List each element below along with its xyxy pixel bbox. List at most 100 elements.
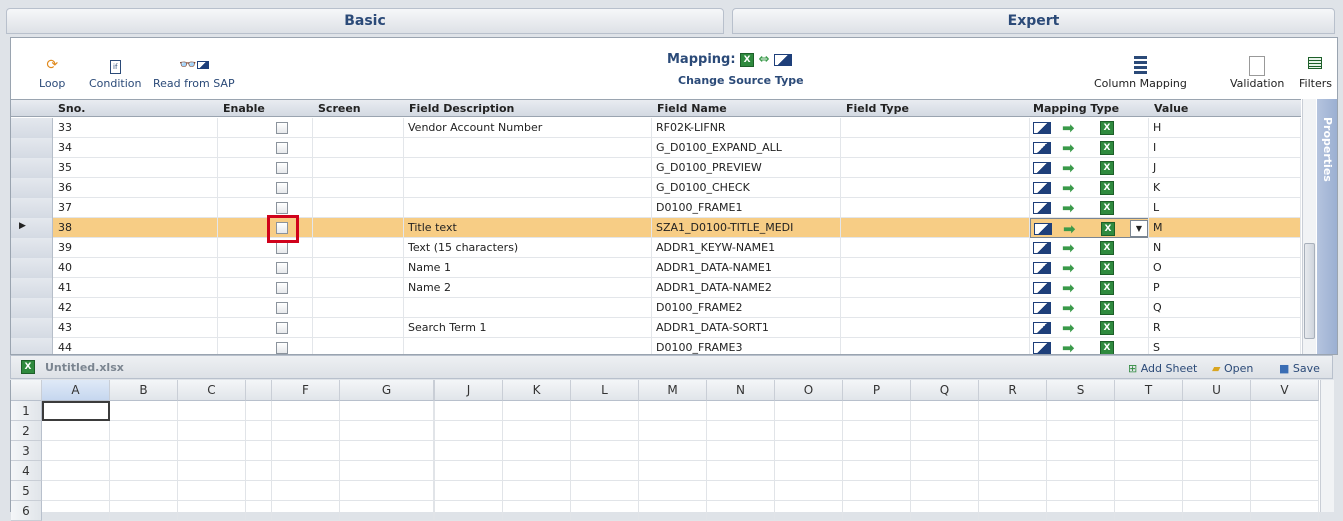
sheet-cell[interactable] (340, 481, 434, 501)
sheet-cell[interactable] (435, 421, 503, 441)
sheet-cell[interactable] (178, 481, 246, 501)
mapping-type-cell[interactable]: ➡ X (1030, 158, 1149, 178)
field-description-cell[interactable] (404, 338, 652, 354)
sno-cell[interactable]: 38 (53, 218, 218, 238)
field-type-cell[interactable] (841, 238, 1030, 258)
sheet-cell[interactable] (1115, 421, 1183, 441)
sheet-cell[interactable] (1183, 461, 1251, 481)
sheet-cell[interactable] (1115, 501, 1183, 521)
sheet-cell[interactable] (340, 501, 434, 521)
sheet-cell[interactable] (843, 501, 911, 521)
sheet-cell[interactable] (1115, 401, 1183, 421)
enable-cell[interactable] (218, 278, 313, 298)
sheet-cell[interactable] (775, 481, 843, 501)
sheet-cell[interactable] (1183, 481, 1251, 501)
column-header[interactable]: C (178, 380, 246, 401)
mapping-type-cell[interactable]: ➡ X (1030, 118, 1149, 138)
sheet-cell[interactable] (178, 421, 246, 441)
value-cell[interactable]: P (1149, 278, 1301, 298)
field-name-cell[interactable]: RF02K-LIFNR (652, 118, 841, 138)
field-name-cell[interactable]: G_D0100_EXPAND_ALL (652, 138, 841, 158)
screen-cell[interactable] (313, 338, 404, 354)
field-type-cell[interactable] (841, 158, 1030, 178)
value-cell[interactable]: J (1149, 158, 1301, 178)
mapping-type-cell[interactable]: ➡ X (1030, 178, 1149, 198)
enable-checkbox[interactable] (276, 202, 288, 214)
sheet-cell[interactable] (1047, 421, 1115, 441)
field-description-cell[interactable]: Title text (404, 218, 652, 238)
enable-cell[interactable] (218, 318, 313, 338)
mapping-type-cell[interactable]: ➡ X (1030, 138, 1149, 158)
active-cell[interactable] (42, 401, 110, 421)
value-cell[interactable]: R (1149, 318, 1301, 338)
row-header[interactable] (11, 198, 53, 218)
enable-cell[interactable] (218, 138, 313, 158)
row-header[interactable] (11, 278, 53, 298)
sheet-cell[interactable] (571, 461, 639, 481)
value-cell[interactable]: O (1149, 258, 1301, 278)
column-header[interactable]: G (340, 380, 434, 401)
sheet-cell[interactable] (775, 461, 843, 481)
field-description-cell[interactable] (404, 158, 652, 178)
column-header[interactable]: M (639, 380, 707, 401)
mapping-type-dropdown[interactable]: ▼ (1130, 220, 1148, 237)
sheet-cell[interactable] (110, 421, 178, 441)
screen-cell[interactable] (313, 218, 404, 238)
save-button[interactable]: ■ Save (1279, 362, 1320, 375)
sheet-cell[interactable] (1183, 421, 1251, 441)
column-header[interactable]: U (1183, 380, 1251, 401)
enable-cell[interactable] (218, 338, 313, 354)
sheet-cell[interactable] (911, 461, 979, 481)
sheet-cell[interactable] (503, 481, 571, 501)
mapping-type-cell[interactable]: ➡ X (1030, 338, 1149, 354)
screen-cell[interactable] (313, 158, 404, 178)
table-row[interactable]: 40 Name 1 ADDR1_DATA-NAME1 ➡ X O (11, 258, 1301, 278)
value-cell[interactable]: N (1149, 238, 1301, 258)
mapping-type-cell[interactable]: ➡ X ▼ (1030, 218, 1149, 238)
sheet-cell[interactable] (1251, 441, 1319, 461)
sheet-cell[interactable] (911, 401, 979, 421)
row-header[interactable] (11, 338, 53, 354)
column-header[interactable]: L (571, 380, 639, 401)
sheet-cell[interactable] (775, 401, 843, 421)
column-header[interactable]: O (775, 380, 843, 401)
header-field-type[interactable]: Field Type (846, 102, 909, 115)
column-header[interactable]: T (1115, 380, 1183, 401)
sheet-cell[interactable] (42, 501, 110, 521)
enable-checkbox[interactable] (276, 262, 288, 274)
enable-cell[interactable] (218, 118, 313, 138)
enable-cell[interactable] (218, 178, 313, 198)
column-header[interactable]: P (843, 380, 911, 401)
sheet-cell[interactable] (246, 421, 272, 441)
field-description-cell[interactable]: Name 1 (404, 258, 652, 278)
header-value[interactable]: Value (1154, 102, 1188, 115)
read-from-sap-button[interactable]: 👓 Read from SAP (153, 56, 235, 90)
column-header[interactable] (246, 380, 272, 401)
sheet-cell[interactable] (571, 401, 639, 421)
sheet-cell[interactable] (246, 481, 272, 501)
field-type-cell[interactable] (841, 198, 1030, 218)
sheet-cell[interactable] (178, 501, 246, 521)
field-name-cell[interactable]: G_D0100_CHECK (652, 178, 841, 198)
sheet-cell[interactable] (639, 441, 707, 461)
field-description-cell[interactable] (404, 298, 652, 318)
sheet-cell[interactable] (979, 481, 1047, 501)
table-row[interactable]: 36 G_D0100_CHECK ➡ X K (11, 178, 1301, 198)
table-row[interactable]: 37 D0100_FRAME1 ➡ X L (11, 198, 1301, 218)
sheet-cell[interactable] (272, 481, 340, 501)
sno-cell[interactable]: 37 (53, 198, 218, 218)
sheet-cell[interactable] (571, 501, 639, 521)
sheet-cell[interactable] (571, 481, 639, 501)
add-sheet-button[interactable]: ⊞ Add Sheet (1128, 362, 1197, 375)
row-header[interactable] (11, 118, 53, 138)
field-type-cell[interactable] (841, 278, 1030, 298)
field-name-cell[interactable]: SZA1_D0100-TITLE_MEDI (652, 218, 841, 238)
sheet-corner[interactable] (11, 380, 42, 401)
sheet-cell[interactable] (42, 481, 110, 501)
open-button[interactable]: ▰ Open (1212, 362, 1253, 375)
value-cell[interactable]: S (1149, 338, 1301, 354)
column-header[interactable]: A (42, 380, 110, 401)
sheet-cell[interactable] (503, 501, 571, 521)
enable-checkbox[interactable] (276, 282, 288, 294)
table-row[interactable]: 44 D0100_FRAME3 ➡ X S (11, 338, 1301, 354)
